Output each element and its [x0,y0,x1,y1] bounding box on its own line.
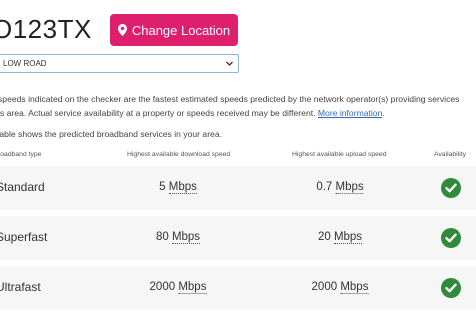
download-unit[interactable]: Mbps [178,281,207,294]
disclaimer-line-2: is area. Actual service availability at … [0,107,476,121]
row-upload-speed: 20 Mbps [317,231,363,244]
upload-unit[interactable]: Mbps [340,281,369,294]
row-broadband-type: Ultrafast [0,280,41,294]
table-row: Superfast 80 Mbps 20 Mbps [0,216,476,260]
disclaimer-line-1: speeds indicated on the checker are the … [0,94,460,104]
change-location-button[interactable]: Change Location [110,14,238,46]
change-location-label: Change Location [131,22,231,38]
check-circle-icon [441,278,461,298]
disclaimer-line-2-suffix: . [382,107,385,118]
row-download-speed: 2000 Mbps [149,281,207,294]
more-information-link[interactable]: More information [318,108,382,118]
check-circle-icon [441,178,461,198]
download-value: 2000 [149,281,176,293]
map-marker-icon [117,24,127,36]
upload-value: 20 [317,231,331,243]
row-broadband-type: Standard [0,180,45,194]
upload-value: 0.7 [316,181,333,193]
table-intro: table shows the predicted broadband serv… [0,129,223,139]
header-download-speed: Highest available download speed [127,151,231,158]
download-unit[interactable]: Mbps [168,181,197,194]
download-value: 5 [159,181,166,193]
upload-unit[interactable]: Mbps [335,181,364,194]
row-download-speed: 5 Mbps [159,181,197,194]
road-select-value: LOW ROAD [3,59,47,68]
row-upload-speed: 2000 Mbps [311,281,369,294]
row-upload-speed: 0.7 Mbps [316,181,364,194]
chevron-down-icon [225,59,234,68]
disclaimer-line-2-text: is area. Actual service availability at … [0,107,318,118]
row-download-speed: 80 Mbps [155,231,201,244]
speed-disclaimer: speeds indicated on the checker are the … [0,93,476,120]
row-broadband-type: Superfast [0,230,48,244]
road-select[interactable]: LOW ROAD [0,54,239,73]
upload-value: 2000 [311,281,338,293]
download-value: 80 [155,231,169,243]
table-row: Standard 5 Mbps 0.7 Mbps [0,166,476,210]
header-availability: Availability [434,151,466,158]
table-row: Ultrafast 2000 Mbps 2000 Mbps [0,266,476,310]
postcode-heading: O123TX [0,14,92,44]
upload-unit[interactable]: Mbps [333,231,363,244]
download-unit[interactable]: Mbps [171,231,201,244]
header-upload-speed: Highest available upload speed [292,151,387,158]
header-broadband-type: roadband type [0,151,42,158]
check-circle-icon [441,228,461,248]
